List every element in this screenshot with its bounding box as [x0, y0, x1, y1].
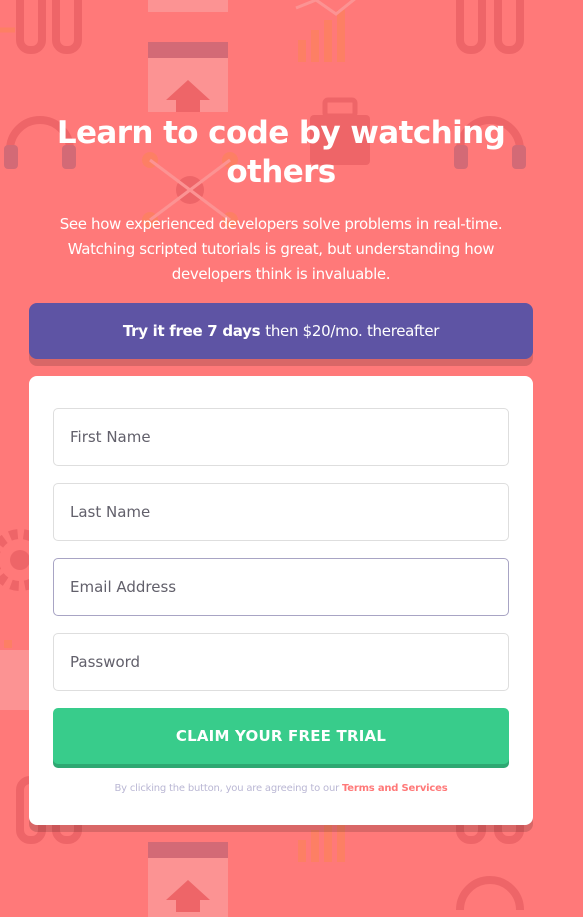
browser-window-icon — [148, 0, 228, 112]
headset-icon — [456, 876, 524, 911]
first-name-field[interactable] — [53, 408, 509, 466]
last-name-field[interactable] — [53, 483, 509, 541]
terms-notice: By clicking the button, you are agreeing… — [29, 783, 533, 794]
email-field[interactable] — [53, 558, 509, 616]
trial-offer-banner: Try it free 7 days then $20/mo. thereaft… — [29, 303, 533, 359]
terms-link[interactable]: Terms and Services — [342, 783, 448, 794]
trial-offer-price: then $20/mo. thereafter — [265, 322, 440, 340]
password-field[interactable] — [53, 633, 509, 691]
bar-chart-icon — [295, 0, 356, 62]
bar-chart-icon — [0, 640, 30, 710]
link-icon — [456, 0, 524, 54]
upload-arrow-icon — [148, 842, 228, 917]
intro-text: See how experienced developers solve pro… — [59, 215, 503, 283]
signup-form: CLAIM YOUR FREE TRIAL By clicking the bu… — [29, 376, 533, 825]
page-title: Learn to code by watching others — [56, 115, 506, 190]
claim-free-trial-button[interactable]: CLAIM YOUR FREE TRIAL — [53, 708, 509, 764]
trial-offer-bold: Try it free 7 days — [122, 322, 261, 340]
link-icon — [0, 0, 82, 54]
terms-prefix: By clicking the button, you are agreeing… — [114, 783, 340, 794]
